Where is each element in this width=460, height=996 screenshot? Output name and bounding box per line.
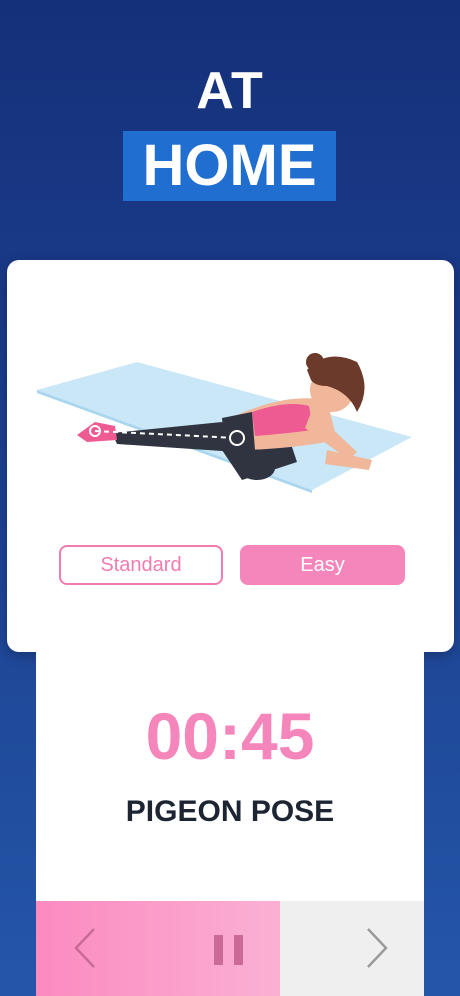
exercise-card: Standard Easy <box>7 260 454 652</box>
easy-button[interactable]: Easy <box>240 545 405 585</box>
workout-panel: 00:45 PIGEON POSE <box>36 652 424 996</box>
pause-icon <box>214 935 243 965</box>
stretch-point-end <box>229 430 245 446</box>
chevron-left-icon <box>74 928 95 968</box>
previous-button[interactable] <box>66 921 106 976</box>
chevron-right-icon <box>367 928 388 968</box>
title-at: AT <box>196 62 264 120</box>
hair-bun <box>306 353 324 371</box>
exercise-illustration <box>37 353 412 493</box>
playback-controls <box>36 901 424 996</box>
exercise-name: PIGEON POSE <box>125 795 335 828</box>
pause-button[interactable] <box>212 933 248 967</box>
next-button[interactable] <box>356 921 396 976</box>
timer: 00:45 <box>145 699 315 773</box>
title-home-highlight: HOME <box>123 131 336 201</box>
progress-remaining <box>280 901 424 996</box>
title-home: HOME <box>142 133 317 198</box>
standard-button[interactable]: Standard <box>59 545 223 585</box>
